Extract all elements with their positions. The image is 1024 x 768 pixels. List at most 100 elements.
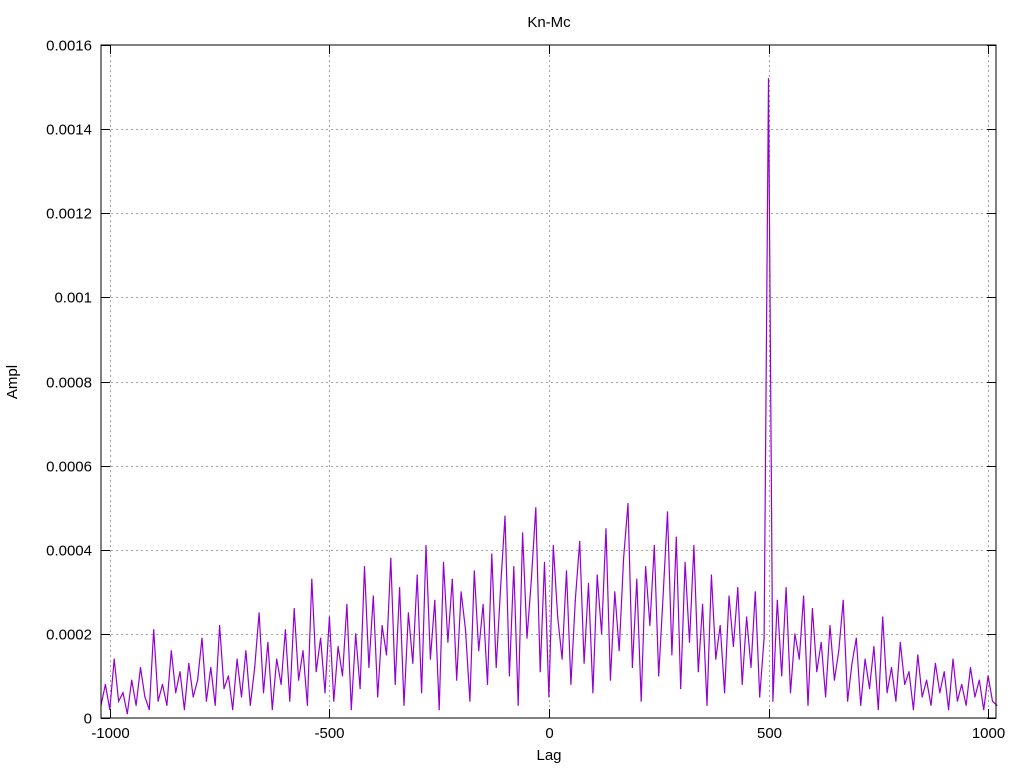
data-point — [113, 658, 115, 660]
data-point — [697, 671, 699, 673]
data-point — [904, 683, 906, 686]
data-point — [587, 582, 590, 585]
data-point — [500, 587, 502, 589]
data-point — [175, 692, 177, 694]
data-point — [390, 557, 392, 559]
data-point — [385, 654, 388, 656]
data-point — [377, 696, 379, 698]
data-point — [636, 578, 638, 580]
data-point — [359, 688, 361, 690]
data-point — [337, 645, 339, 648]
x-tick-label: -1000 — [91, 725, 129, 742]
data-point — [614, 591, 616, 593]
data-point — [666, 511, 669, 513]
data-point — [737, 587, 739, 589]
data-point — [746, 616, 748, 618]
data-point — [271, 709, 273, 711]
data-point — [750, 666, 752, 669]
data-point — [789, 692, 792, 694]
data-point — [803, 595, 805, 597]
data-point — [451, 578, 453, 580]
data-point — [464, 629, 467, 631]
data-point — [838, 650, 840, 652]
data-point — [170, 650, 172, 652]
data-point — [135, 704, 137, 707]
data-point — [236, 658, 238, 660]
data-point — [122, 692, 124, 694]
data-point — [447, 641, 449, 643]
data-point — [478, 650, 480, 652]
data-point — [104, 683, 106, 686]
data-point — [118, 700, 120, 702]
data-point — [210, 666, 212, 669]
data-point — [372, 595, 374, 597]
data-point — [658, 675, 660, 677]
data-point — [860, 704, 862, 707]
plot-border — [100, 44, 997, 719]
data-point — [183, 709, 185, 711]
data-point — [618, 650, 620, 652]
data-point — [820, 641, 822, 643]
data-point — [882, 616, 884, 618]
data-point — [763, 637, 765, 639]
data-point — [258, 612, 260, 614]
data-point — [645, 566, 647, 568]
data-point — [315, 671, 317, 673]
data-point — [276, 658, 278, 660]
data-point — [469, 700, 471, 702]
data-point — [890, 666, 893, 669]
data-point — [776, 599, 778, 601]
data-point — [640, 700, 642, 702]
x-tick-label: 0 — [545, 725, 553, 742]
data-point — [706, 704, 708, 707]
data-point — [324, 692, 326, 694]
data-point — [328, 616, 330, 618]
data-point — [605, 528, 607, 530]
data-point — [473, 570, 475, 572]
data-point — [825, 696, 827, 698]
data-point — [917, 654, 919, 656]
data-point — [991, 700, 994, 702]
data-point — [719, 624, 721, 627]
data-point — [442, 561, 445, 564]
data-point — [798, 658, 800, 660]
chart-title: Kn-Mc — [527, 14, 571, 31]
data-point — [759, 696, 761, 698]
data-point — [833, 679, 836, 681]
data-point — [693, 544, 695, 547]
data-point — [153, 629, 155, 631]
y-tick-label: 0.001 — [54, 290, 92, 307]
data-point — [530, 578, 533, 580]
data-point — [939, 692, 941, 694]
data-point — [346, 603, 348, 606]
data-point — [864, 658, 866, 660]
data-point — [574, 599, 576, 601]
data-point — [974, 696, 976, 698]
data-point — [754, 591, 756, 593]
data-point — [438, 709, 440, 711]
data-point — [139, 666, 142, 669]
chart: 0 0.0002 0.0004 0.0006 0.0008 0.001 0.0012 0.00… — [4, 14, 1005, 764]
data-point — [522, 532, 524, 534]
data-point — [399, 587, 401, 589]
data-point — [166, 704, 168, 707]
data-point — [495, 666, 497, 669]
data-point — [680, 688, 682, 690]
data-point — [254, 666, 256, 669]
data-point — [653, 544, 655, 547]
x-tick-label: 500 — [757, 725, 782, 742]
data-point — [179, 671, 181, 673]
data-point — [873, 645, 875, 648]
data-point — [311, 578, 313, 580]
data-point — [847, 700, 849, 702]
data-point — [205, 700, 207, 702]
data-point — [772, 700, 774, 702]
data-point — [403, 704, 405, 707]
data-point — [969, 666, 972, 669]
data-point — [157, 700, 159, 702]
data-point — [702, 603, 704, 606]
data-point — [649, 624, 651, 627]
data-point — [592, 692, 594, 694]
y-tick-label: 0.0004 — [46, 543, 92, 560]
data-point — [293, 608, 295, 610]
